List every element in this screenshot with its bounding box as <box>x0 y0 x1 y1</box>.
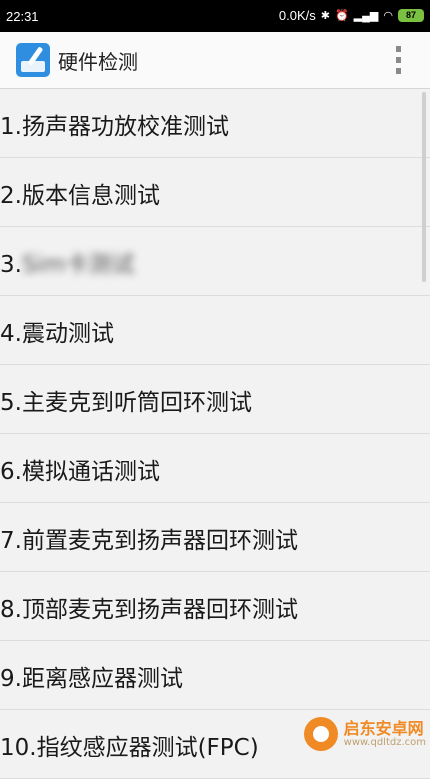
item-number: 8. <box>0 597 22 623</box>
watermark-name: 启东安卓网 <box>343 718 424 738</box>
status-time: 22:31 <box>6 9 39 24</box>
list-item[interactable]: 1.扬声器功放校准测试 <box>0 89 430 158</box>
item-label: 模拟通话测试 <box>21 459 160 485</box>
app-bar: 硬件检测 <box>0 32 430 89</box>
list-item[interactable]: 9.距离感应器测试 <box>0 641 430 710</box>
item-number: 7. <box>0 528 22 554</box>
item-label: 前置麦克到扬声器回环测试 <box>21 528 298 554</box>
signal-icon: ▂▄▆ <box>353 9 379 22</box>
list-item[interactable]: 2.版本信息测试 <box>0 158 430 227</box>
bluetooth-icon: ✱ <box>320 9 330 22</box>
item-number: 6. <box>0 459 22 485</box>
wifi-icon: ◠ <box>383 9 393 22</box>
overflow-menu-icon[interactable] <box>396 46 402 74</box>
app-icon <box>16 43 50 77</box>
item-label: Sim卡测试 <box>21 252 135 278</box>
list-item[interactable]: 3.Sim卡测试 <box>0 227 430 296</box>
item-label: 版本信息测试 <box>21 183 160 209</box>
item-label: 顶部麦克到扬声器回环测试 <box>21 597 298 623</box>
list-item[interactable]: 8.顶部麦克到扬声器回环测试 <box>0 572 430 641</box>
item-number: 9. <box>0 666 22 692</box>
item-label: 震动测试 <box>21 321 114 347</box>
list-item[interactable]: 7.前置麦克到扬声器回环测试 <box>0 503 430 572</box>
item-number: 4. <box>0 321 22 347</box>
watermark-logo-icon <box>303 717 338 751</box>
item-label: 扬声器功放校准测试 <box>21 114 229 140</box>
status-indicators: 0.0K/s ✱ ⏰ ▂▄▆ ◠ 87 <box>279 8 424 23</box>
status-bar: 22:31 0.0K/s ✱ ⏰ ▂▄▆ ◠ 87 <box>0 0 430 32</box>
item-number: 10. <box>0 735 37 761</box>
network-speed: 0.0K/s <box>278 8 316 23</box>
item-number: 3. <box>0 252 22 278</box>
test-list: 1.扬声器功放校准测试 2.版本信息测试 3.Sim卡测试 4.震动测试 5.主… <box>0 89 430 779</box>
watermark-url: www.qdltdz.com <box>343 737 426 749</box>
item-label: 主麦克到听筒回环测试 <box>21 390 252 416</box>
list-item[interactable]: 5.主麦克到听筒回环测试 <box>0 365 430 434</box>
item-number: 1. <box>0 114 22 140</box>
list-item[interactable]: 6.模拟通话测试 <box>0 434 430 503</box>
item-number: 2. <box>0 183 22 209</box>
item-label: 指纹感应器测试(FPC) <box>36 735 259 761</box>
scrollbar[interactable] <box>422 92 426 282</box>
item-number: 5. <box>0 390 22 416</box>
watermark: 启东安卓网 www.qdltdz.com <box>303 717 426 751</box>
item-label: 距离感应器测试 <box>21 666 183 692</box>
list-item[interactable]: 4.震动测试 <box>0 296 430 365</box>
alarm-icon: ⏰ <box>334 9 349 22</box>
app-title: 硬件检测 <box>58 50 138 74</box>
battery-icon: 87 <box>398 9 424 22</box>
